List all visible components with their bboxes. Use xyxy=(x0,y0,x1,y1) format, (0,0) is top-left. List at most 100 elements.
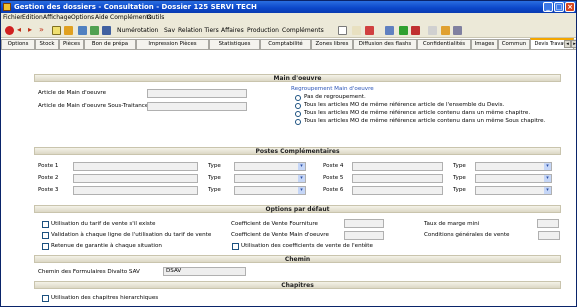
stop-icon[interactable] xyxy=(5,26,14,35)
poste-2-label: Poste 2 xyxy=(38,175,59,181)
radio-ensemble-devis[interactable] xyxy=(295,103,301,109)
tab-bon-de-prepa[interactable]: Bon de prépa xyxy=(84,39,136,49)
coef-fourniture-field[interactable] xyxy=(344,219,384,228)
coef-entete-checkbox[interactable] xyxy=(232,243,239,250)
toolbar-production[interactable]: Production xyxy=(247,25,279,36)
next-record-icon[interactable]: » xyxy=(39,26,48,35)
tab-images[interactable]: Images xyxy=(471,39,498,49)
validation-ligne-checkbox[interactable] xyxy=(42,232,49,239)
tab-content: Main d'oeuvre Article de Main d'oeuvre A… xyxy=(1,49,576,306)
tools-icon[interactable] xyxy=(102,26,111,35)
poste-6-label: Poste 6 xyxy=(323,187,344,193)
tab-scroll-right-icon[interactable]: ▸ xyxy=(571,40,576,48)
article-mo-st-field[interactable] xyxy=(147,102,247,111)
tab-pieces[interactable]: Pièces xyxy=(59,39,84,49)
menu-fichier[interactable]: Fichier xyxy=(3,13,23,23)
filter-icon[interactable] xyxy=(64,26,73,35)
first-record-icon[interactable]: ◂ xyxy=(17,26,26,35)
tab-options[interactable]: Options xyxy=(1,39,35,49)
article-mo-st-label: Article de Main d'oeuvre Sous-Traitance xyxy=(38,103,149,109)
section-chapitres-header: Chapitres xyxy=(34,281,561,289)
chapitres-hierarchiques-checkbox[interactable] xyxy=(42,295,49,302)
title-bar: Gestion des dossiers - Consultation - Do… xyxy=(1,1,576,13)
retenue-garantie-checkbox[interactable] xyxy=(42,243,49,250)
poste-4-label: Poste 4 xyxy=(323,163,344,169)
maximize-button[interactable]: □ xyxy=(554,2,564,12)
menu-edition[interactable]: Edition xyxy=(22,13,43,23)
toolbar-numerotation[interactable]: Numérotation xyxy=(117,25,158,36)
poste-5-type-select[interactable]: ▾ xyxy=(475,174,552,183)
poste-4-field[interactable] xyxy=(352,162,443,171)
tab-scroll-left-icon[interactable]: ◂ xyxy=(564,40,571,48)
tarif-vente-checkbox[interactable] xyxy=(42,221,49,228)
settings-icon[interactable] xyxy=(453,26,462,35)
poste-5-field[interactable] xyxy=(352,174,443,183)
radio-meme-sous-chapitre[interactable] xyxy=(295,119,301,125)
poste-6-field[interactable] xyxy=(352,186,443,195)
regroupement-title: Regroupement Main d'oeuvre xyxy=(291,86,374,92)
previous-record-icon[interactable]: ▸ xyxy=(28,26,37,35)
radio-meme-chapitre[interactable] xyxy=(295,111,301,117)
conditions-field[interactable] xyxy=(538,231,560,240)
poste-1-type-label: Type xyxy=(208,163,221,169)
toolbar-sav[interactable]: Sav xyxy=(164,25,175,36)
chemin-formulaires-label: Chemin des Formulaires Divalto SAV xyxy=(38,269,140,275)
menu-outils[interactable]: Outils xyxy=(147,13,164,23)
print-icon[interactable] xyxy=(78,26,87,35)
toolbar-complements[interactable]: Compléments xyxy=(282,25,324,36)
menu-complements[interactable]: Compléments xyxy=(110,13,152,23)
menu-bar: Fichier Edition Affichage Options Aide C… xyxy=(1,13,576,23)
chevron-down-icon: ▾ xyxy=(298,187,305,194)
minimize-button[interactable]: _ xyxy=(543,2,553,12)
radio-pas-regroupement[interactable] xyxy=(295,95,301,101)
poste-2-type-select[interactable]: ▾ xyxy=(234,174,306,183)
chapitres-hierarchiques-label: Utilisation des chapitres hierarchiques xyxy=(51,295,159,301)
add-icon[interactable] xyxy=(90,26,99,35)
article-mo-field[interactable] xyxy=(147,89,247,98)
menu-affichage[interactable]: Affichage xyxy=(43,13,71,23)
lock-icon[interactable] xyxy=(428,26,437,35)
toolbar-affaires[interactable]: Affaires xyxy=(221,25,244,36)
delete-icon[interactable] xyxy=(365,26,374,35)
radio-meme-sous-chapitre-label: Tous les articles MO de même référence a… xyxy=(304,118,546,124)
document-icon[interactable] xyxy=(52,26,61,35)
poste-2-field[interactable] xyxy=(73,174,198,183)
flag-icon[interactable] xyxy=(411,26,420,35)
poste-4-type-select[interactable]: ▾ xyxy=(475,162,552,171)
list-icon[interactable] xyxy=(338,26,347,35)
poste-1-type-select[interactable]: ▾ xyxy=(234,162,306,171)
coef-fourniture-label: Coefficient de Vente Fourniture xyxy=(231,221,318,227)
tab-impression-pieces[interactable]: Impression Pièces xyxy=(136,39,209,49)
app-icon xyxy=(3,3,11,11)
coef-mo-field[interactable] xyxy=(344,231,384,240)
tab-statistiques[interactable]: Statistiques xyxy=(209,39,260,49)
close-button[interactable]: × xyxy=(565,2,575,12)
tab-commun[interactable]: Commun xyxy=(498,39,530,49)
calc-icon[interactable] xyxy=(441,26,450,35)
coef-mo-label: Coefficient de Vente Main d'oeuvre xyxy=(231,232,329,238)
radio-meme-chapitre-label: Tous les articles MO de même référence a… xyxy=(304,110,531,116)
tab-stock[interactable]: Stock xyxy=(35,39,59,49)
tab-comptabilite[interactable]: Comptabilité xyxy=(260,39,311,49)
section-postes-header: Postes Complémentaires xyxy=(34,147,561,155)
poste-1-field[interactable] xyxy=(73,162,198,171)
toolbar-relation-tiers[interactable]: Relation Tiers xyxy=(178,25,219,36)
tab-confidentialites[interactable]: Confidentialités xyxy=(417,39,471,49)
poste-3-type-select[interactable]: ▾ xyxy=(234,186,306,195)
section-main-oeuvre-header: Main d'oeuvre xyxy=(34,74,561,82)
tab-zones-libres[interactable]: Zones libres xyxy=(311,39,353,49)
menu-options[interactable]: Options xyxy=(71,13,94,23)
wand-icon[interactable] xyxy=(385,26,394,35)
validate-icon[interactable] xyxy=(399,26,408,35)
tab-diffusion-flashs[interactable]: Diffusion des flashs xyxy=(353,39,417,49)
chemin-formulaires-field[interactable]: DSAV xyxy=(163,267,246,276)
poste-6-type-select[interactable]: ▾ xyxy=(475,186,552,195)
chevron-down-icon: ▾ xyxy=(544,187,551,194)
menu-aide[interactable]: Aide xyxy=(95,13,108,23)
toolbar: ◂ ▸ » Numérotation Sav Relation Tiers Af… xyxy=(1,23,576,38)
chevron-down-icon: ▾ xyxy=(298,163,305,170)
window-title: Gestion des dossiers - Consultation - Do… xyxy=(14,3,257,11)
poste-3-field[interactable] xyxy=(73,186,198,195)
taux-marge-field[interactable] xyxy=(537,219,559,228)
pencil-icon[interactable] xyxy=(352,26,361,35)
